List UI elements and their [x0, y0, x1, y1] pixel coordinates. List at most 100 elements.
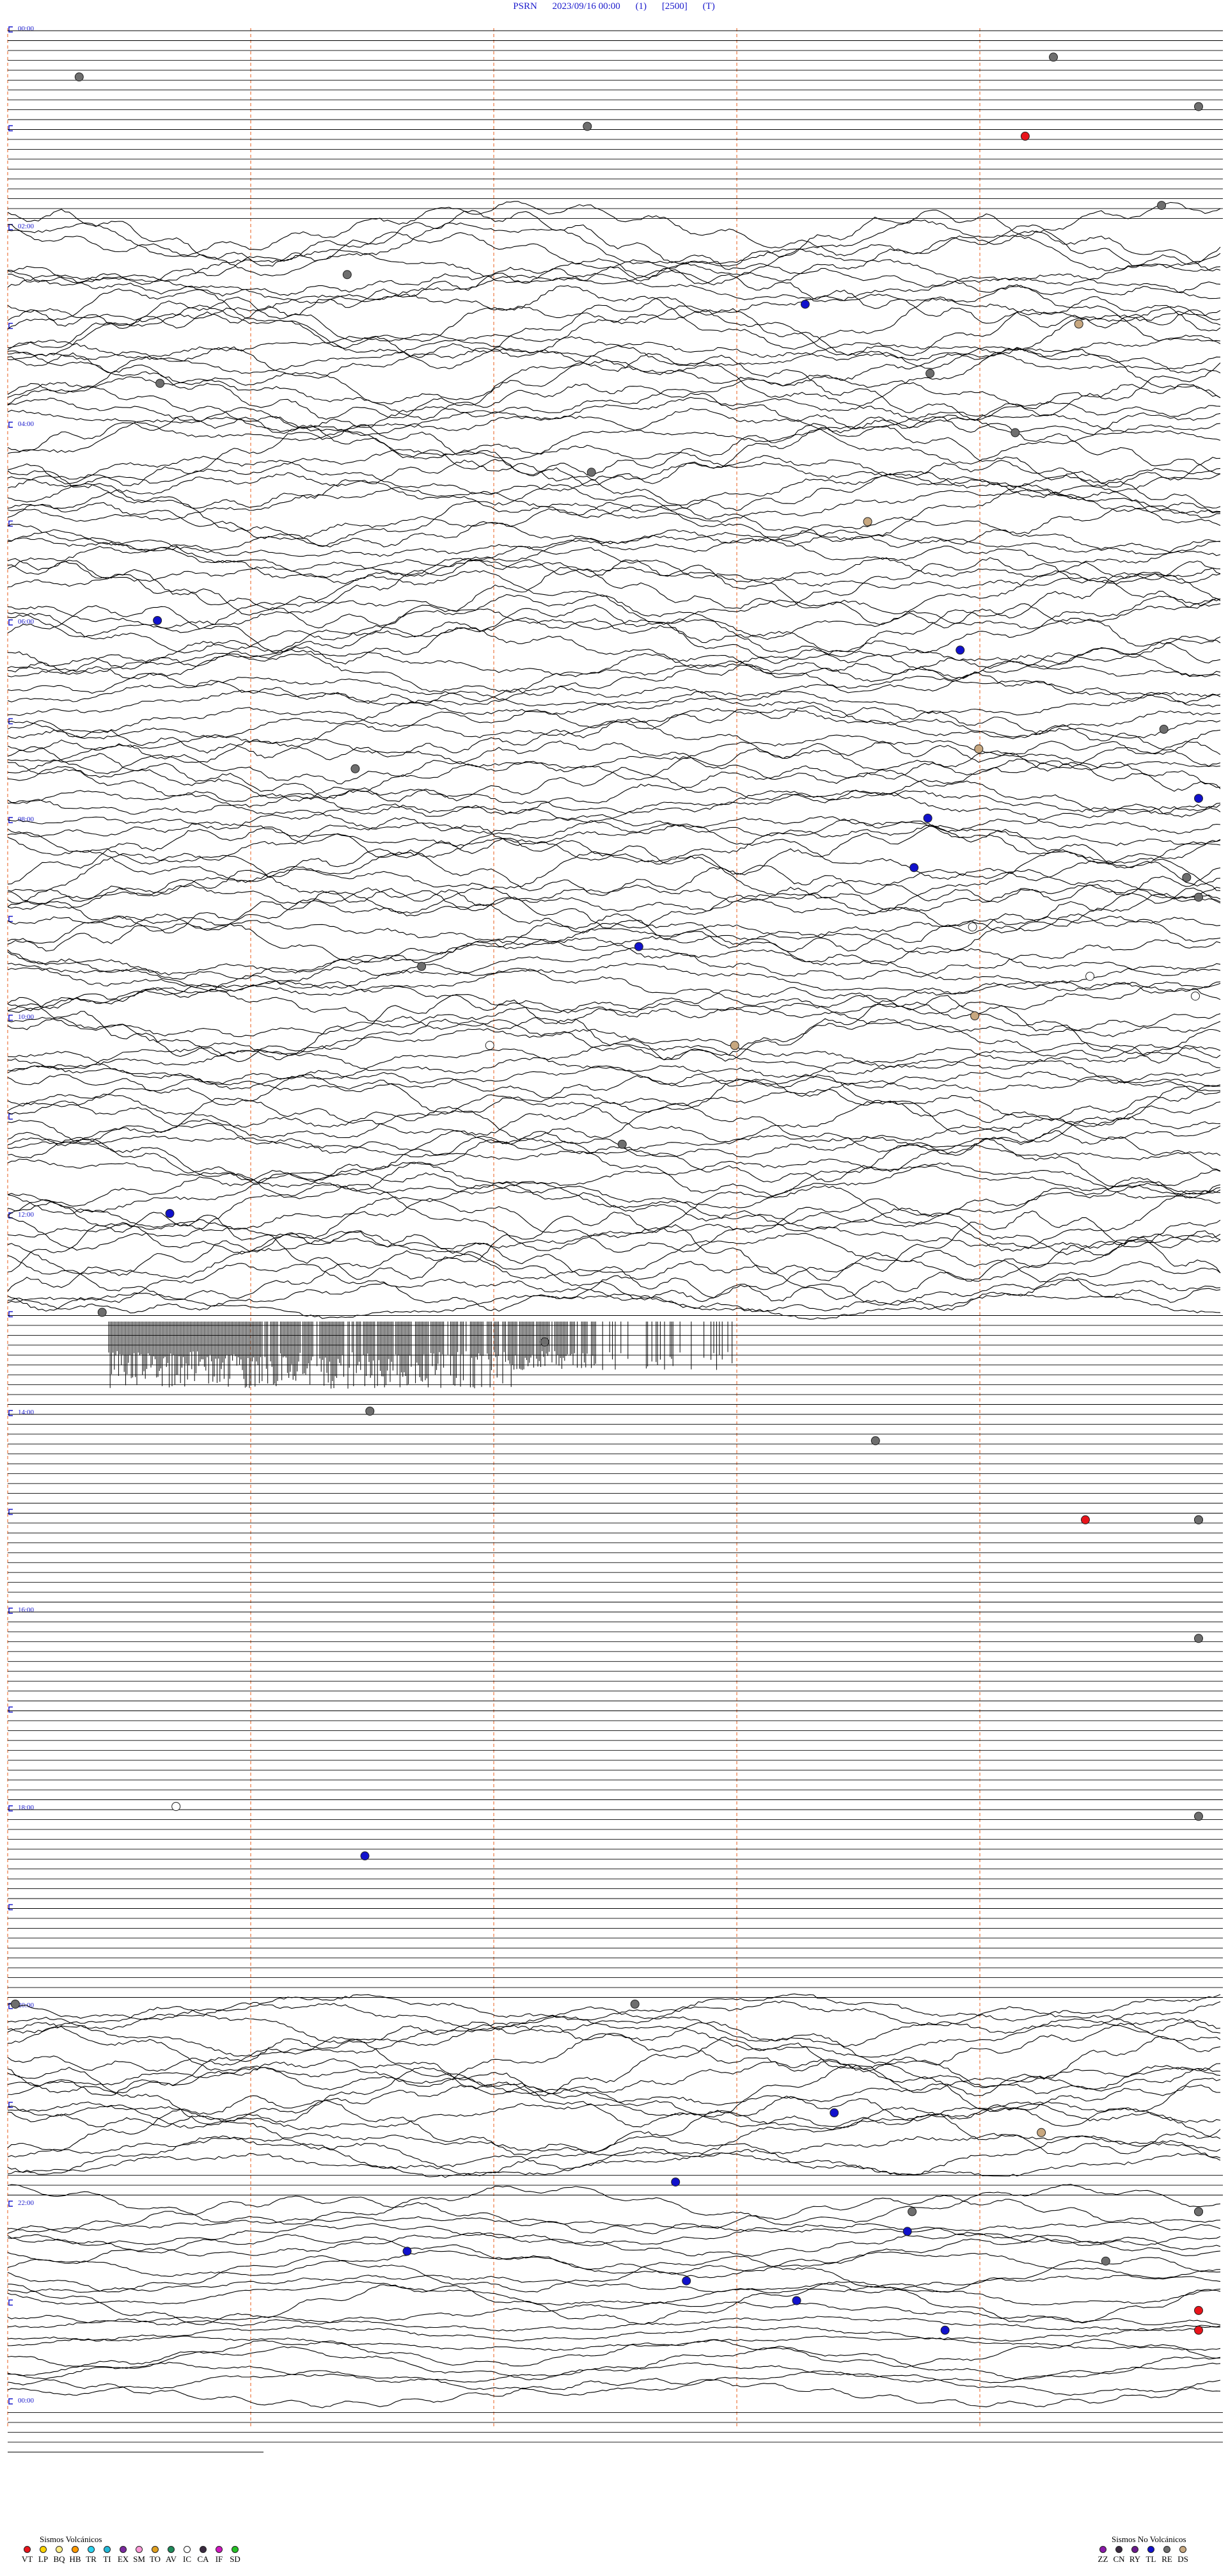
event-marker-tl: [792, 2296, 801, 2305]
event-marker-re: [1049, 52, 1058, 62]
event-marker-re: [908, 2207, 917, 2216]
trace-row: [7, 1116, 1221, 1158]
legend-swatch: [24, 2546, 31, 2553]
legend-swatch: [1099, 2546, 1106, 2553]
trace-row: [7, 2232, 1221, 2257]
hour-label-1: 02:00: [18, 223, 35, 230]
trace-row: [7, 760, 1221, 803]
event-marker-vt: [1020, 131, 1030, 141]
legend-item-hb: HB: [67, 2546, 83, 2564]
legend-code: VT: [21, 2554, 33, 2564]
legend-code: TR: [86, 2554, 97, 2564]
legend-item-tl: TL: [1143, 2546, 1159, 2564]
event-marker-re: [630, 2000, 640, 2009]
trace-row: [7, 1210, 1221, 1281]
hour-label-0: 00:00: [18, 25, 35, 33]
event-marker-re: [1194, 892, 1203, 902]
trace-row: [7, 676, 1221, 710]
event-marker-re: [1194, 102, 1203, 111]
trace-row: [7, 2000, 1221, 2034]
event-marker-ic: [968, 922, 977, 931]
trace-row: [7, 415, 1220, 477]
trace-row: [7, 603, 1221, 665]
trace-row: [7, 570, 1221, 640]
legend-code: RY: [1129, 2554, 1141, 2564]
event-marker-re: [1157, 201, 1167, 210]
event-marker-re: [1159, 725, 1169, 734]
legend-code: CN: [1113, 2554, 1125, 2564]
hour-label-6: 12:00: [18, 1211, 35, 1219]
trace-row: [7, 2184, 1221, 2225]
legend-item-ry: RY: [1127, 2546, 1143, 2564]
legend-item-av: AV: [163, 2546, 179, 2564]
event-marker-re: [97, 1308, 107, 1317]
hour-bracket-9: [8, 1805, 13, 1812]
trace-row: [7, 1134, 1221, 1160]
legend-item-ca: CA: [195, 2546, 211, 2564]
hour-bracket-2: [8, 422, 13, 428]
legend-item-re: RE: [1159, 2546, 1175, 2564]
trace-row: [7, 2216, 1221, 2234]
trace-row: [7, 1000, 1221, 1038]
trace-row: [7, 1162, 1221, 1213]
event-marker-tl: [800, 299, 810, 309]
trace-row: [7, 1065, 1221, 1093]
legend-code: HB: [69, 2554, 81, 2564]
event-marker-re: [417, 961, 427, 971]
event-marker-re: [74, 72, 84, 82]
trace-row: [7, 1158, 1221, 1196]
trace-row: [7, 2015, 1221, 2058]
nonvolcanic-legend-title: Sismos No Volcánicos: [1112, 2534, 1186, 2544]
trace-row: [7, 201, 1221, 257]
legend-code: SD: [230, 2554, 240, 2564]
event-marker-ic: [171, 1802, 181, 1811]
trace-row: [7, 2301, 1221, 2327]
legend-code: AV: [165, 2554, 177, 2564]
trace-row: [7, 594, 1221, 654]
trace-row: [7, 816, 1221, 847]
legend-item-tr: TR: [83, 2546, 99, 2564]
legend-swatch: [1179, 2546, 1186, 2553]
event-marker-re: [342, 270, 352, 280]
hour-bracket-7: [8, 1410, 13, 1416]
legend-item-ex: EX: [115, 2546, 131, 2564]
event-marker-ds: [1037, 2128, 1046, 2137]
event-marker-re: [1194, 2207, 1203, 2216]
event-marker-ds: [1074, 319, 1083, 329]
legend-item-sd: SD: [227, 2546, 243, 2564]
hour-bracket-8: [8, 1608, 13, 1614]
event-marker-vt: [1081, 1515, 1090, 1524]
event-marker-re: [870, 1436, 880, 1446]
legend-code: CA: [197, 2554, 209, 2564]
event-marker-re: [1194, 1515, 1203, 1524]
trace-row: [7, 472, 1221, 519]
trace-row: [7, 887, 1221, 952]
trace-row: [7, 2021, 1221, 2073]
trace-row: [7, 625, 1221, 683]
event-marker-re: [540, 1337, 549, 1347]
legend-swatch: [136, 2546, 143, 2553]
event-marker-tl: [153, 616, 162, 625]
trace-row: [7, 339, 1221, 374]
event-marker-ds: [974, 744, 984, 754]
event-marker-tl: [671, 2177, 681, 2187]
trace-row: [7, 2036, 1221, 2096]
event-marker-ic: [485, 1041, 494, 1050]
legend-item-vt: VT: [19, 2546, 35, 2564]
event-marker-re: [586, 468, 596, 477]
half-bracket-9: [8, 915, 13, 922]
trace-row: [7, 938, 1221, 980]
trace-row: [7, 304, 1221, 370]
seismogram-chart: 00:0002:0004:0006:0008:0010:0012:0014:00…: [7, 25, 1223, 2453]
event-marker-re: [10, 2000, 20, 2009]
legend-swatch: [104, 2546, 111, 2553]
trace-row: [7, 273, 1221, 303]
event-marker-re: [1194, 1812, 1203, 1821]
half-bracket-17: [8, 1706, 13, 1713]
trace-row: [7, 284, 1221, 350]
half-bracket-11: [8, 1113, 13, 1120]
trace-row: [8, 963, 1221, 1015]
hour-label-7: 14:00: [18, 1409, 35, 1416]
trace-row: [7, 705, 1221, 761]
trace-row: [7, 980, 1221, 1018]
